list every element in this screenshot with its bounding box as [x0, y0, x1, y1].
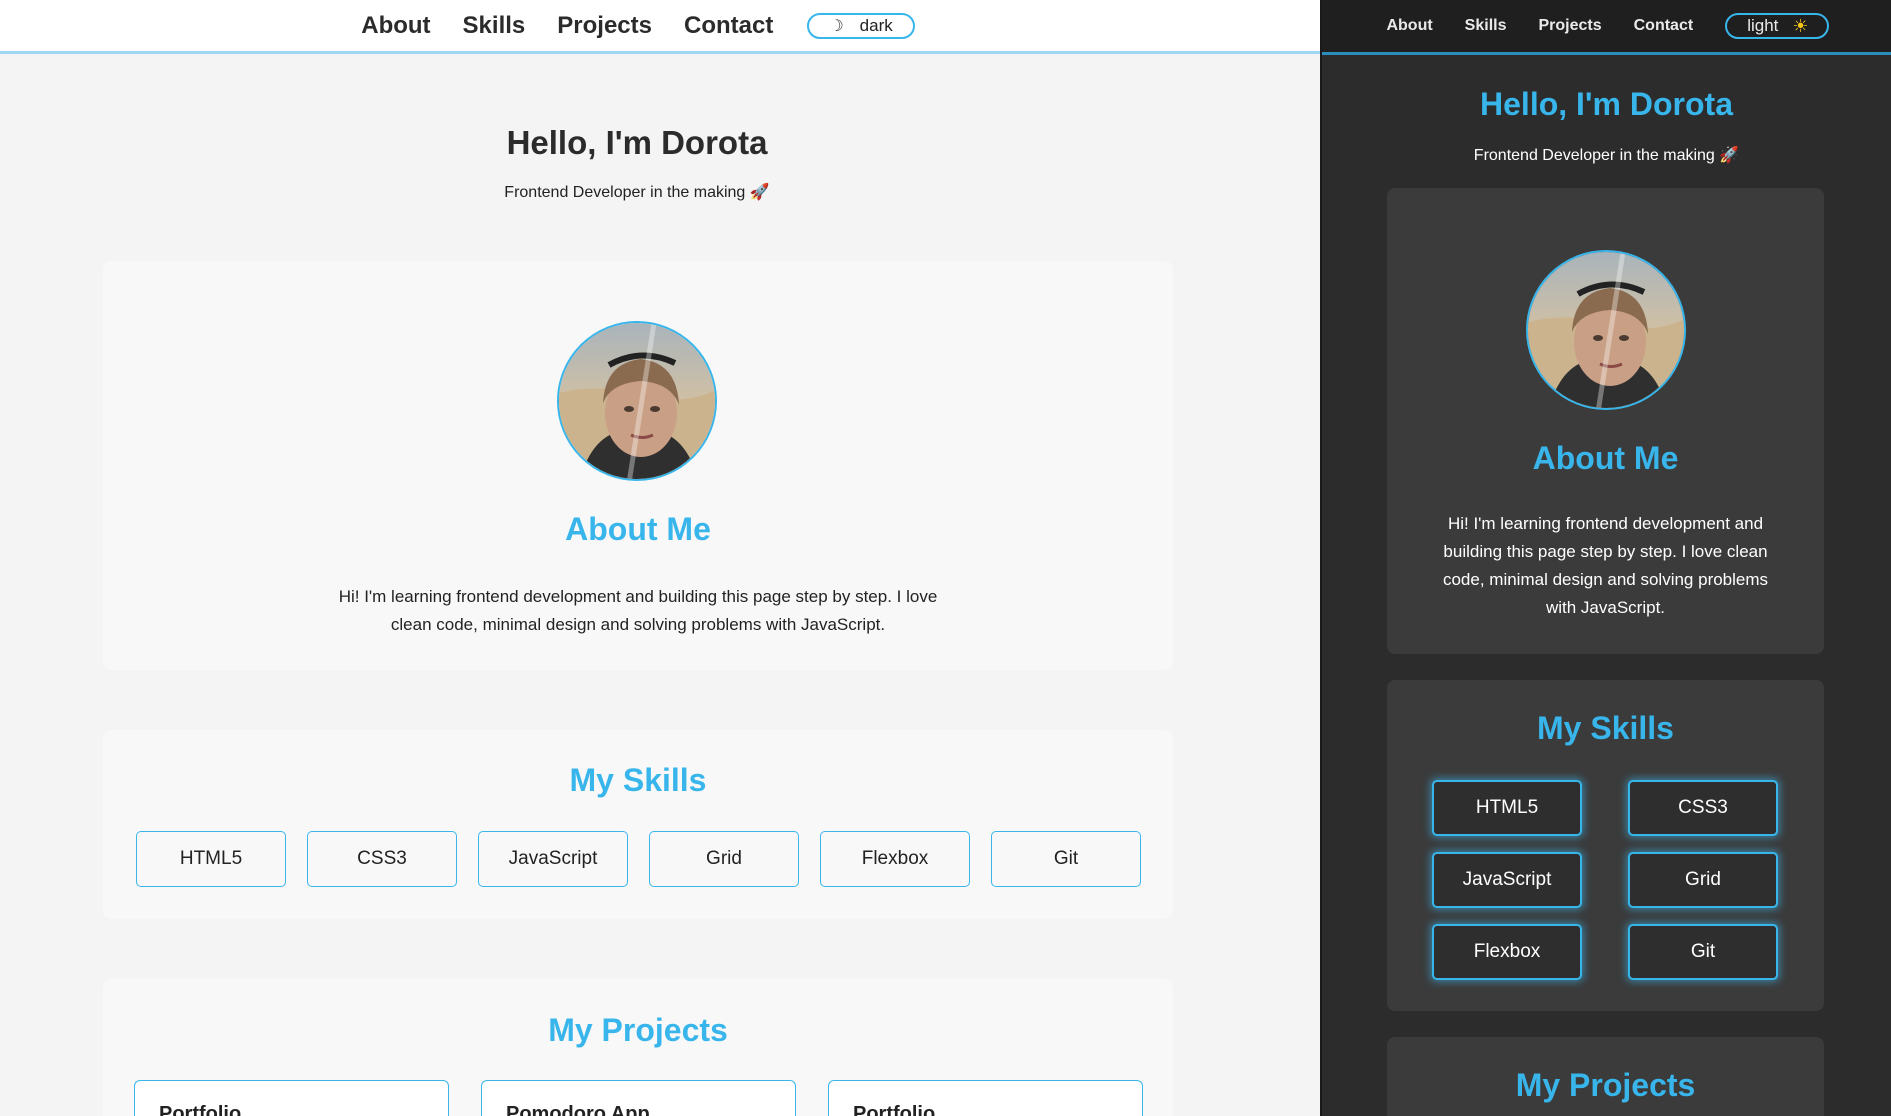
about-text: Hi! I'm learning frontend development an…	[338, 587, 938, 634]
skill-chip: JavaScript	[1432, 852, 1582, 908]
hero-title: Hello, I'm Dorota	[506, 124, 768, 161]
skills-list: HTML5 CSS3 JavaScript Grid Flexbox Git	[136, 831, 1141, 887]
project-title: Portfolio	[159, 1103, 242, 1116]
projects-list: Portfolio Pomodoro App Portfolio	[134, 1080, 1143, 1116]
skill-chip: Grid	[649, 831, 799, 887]
skills-heading: My Skills	[1537, 710, 1674, 746]
skill-chip: Git	[991, 831, 1141, 887]
avatar	[557, 321, 717, 481]
dark-theme-preview: About Skills Projects Contact light ☀ He…	[1320, 0, 1891, 1116]
skill-chip: HTML5	[1432, 780, 1582, 836]
project-card[interactable]: Pomodoro App	[481, 1080, 796, 1116]
nav-link-about[interactable]: About	[361, 12, 430, 40]
skill-chip: CSS3	[307, 831, 457, 887]
theme-toggle-label: light	[1747, 16, 1779, 35]
skill-chip: Grid	[1628, 852, 1778, 908]
skills-section: My Skills HTML5 CSS3 JavaScript Grid Fle…	[103, 730, 1173, 919]
skill-chip: JavaScript	[478, 831, 628, 887]
project-title: Pomodoro App	[506, 1103, 650, 1116]
about-text: Hi! I'm learning frontend development an…	[1442, 514, 1769, 617]
about-section: About Me Hi! I'm learning frontend devel…	[1387, 188, 1824, 654]
projects-section: My Projects Portfolio Pomodoro App Portf…	[103, 979, 1173, 1116]
light-theme-preview: About Skills Projects Contact ☽ dark Hel…	[0, 0, 1320, 1116]
skill-chip: HTML5	[136, 831, 286, 887]
skill-chip: Git	[1628, 924, 1778, 980]
skills-list: HTML5 CSS3 JavaScript Grid Flexbox Git	[1432, 780, 1778, 980]
skill-chip: CSS3	[1628, 780, 1778, 836]
theme-toggle-button[interactable]: light ☀	[1725, 13, 1829, 39]
nav-links: About Skills Projects Contact ☽ dark	[361, 12, 915, 40]
nav-link-projects[interactable]: Projects	[1538, 17, 1601, 35]
nav-link-contact[interactable]: Contact	[684, 12, 773, 40]
about-section: About Me Hi! I'm learning frontend devel…	[103, 261, 1173, 670]
nav-link-contact[interactable]: Contact	[1634, 17, 1694, 35]
hero-tagline: Frontend Developer in the making 🚀	[1473, 147, 1740, 164]
projects-section: My Projects	[1387, 1037, 1824, 1116]
skill-chip: Flexbox	[820, 831, 970, 887]
nav-link-skills[interactable]: Skills	[463, 12, 526, 40]
nav-link-skills[interactable]: Skills	[1465, 17, 1507, 35]
moon-icon: ☽	[829, 17, 844, 35]
nav-link-projects[interactable]: Projects	[557, 12, 652, 40]
skill-chip: Flexbox	[1432, 924, 1582, 980]
sun-icon: ☀	[1792, 15, 1809, 36]
theme-toggle-label: dark	[859, 15, 893, 35]
nav-link-about[interactable]: About	[1386, 17, 1432, 35]
skills-heading: My Skills	[569, 762, 707, 798]
projects-heading: My Projects	[548, 1012, 728, 1048]
skills-section: My Skills HTML5 CSS3 JavaScript Grid Fle…	[1387, 680, 1824, 1011]
project-card[interactable]: Portfolio	[828, 1080, 1143, 1116]
about-heading: About Me	[565, 511, 711, 547]
about-heading: About Me	[1532, 440, 1679, 476]
project-title: Portfolio	[853, 1103, 936, 1116]
hero-title: Hello, I'm Dorota	[1480, 86, 1733, 122]
project-card[interactable]: Portfolio	[134, 1080, 449, 1116]
top-nav: About Skills Projects Contact ☽ dark	[0, 0, 1320, 54]
hero-tagline: Frontend Developer in the making 🚀	[504, 184, 770, 201]
projects-heading: My Projects	[1515, 1067, 1696, 1103]
avatar	[1526, 250, 1686, 410]
theme-toggle-button[interactable]: ☽ dark	[807, 12, 915, 39]
top-nav-dark: About Skills Projects Contact light ☀	[1322, 0, 1891, 55]
